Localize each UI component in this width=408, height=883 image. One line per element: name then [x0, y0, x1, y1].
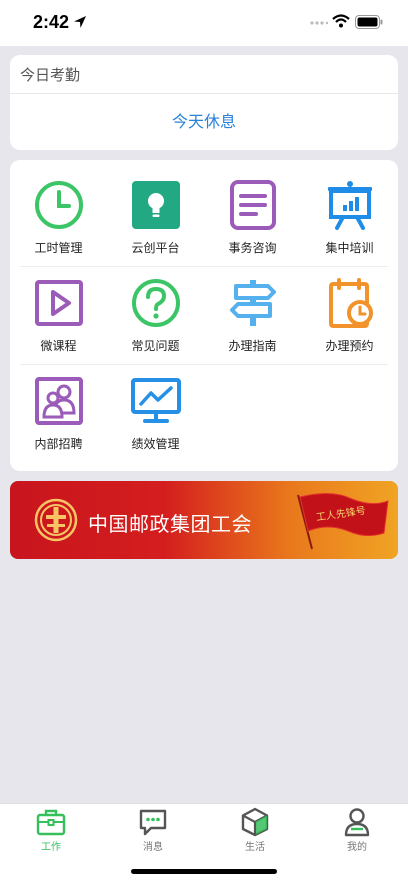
grid-item-faq[interactable]: 常见问题	[107, 258, 204, 356]
union-banner[interactable]: 中国邮政集团工会 工人先锋号	[10, 481, 398, 559]
flag-icon: 工人先锋号	[297, 493, 389, 550]
grid-row: 工时管理 云创平台 事务咨询 集中培训	[10, 160, 398, 258]
function-grid: 工时管理 云创平台 事务咨询 集中培训 微课程 常见问题 办理指南 办理预约 内…	[10, 160, 398, 471]
monitor-chart-icon	[131, 378, 181, 423]
grid-item-affairs-consult[interactable]: 事务咨询	[204, 160, 301, 258]
divider	[10, 93, 398, 94]
grid-item-label: 集中培训	[325, 241, 374, 255]
lightbulb-icon	[132, 181, 180, 229]
signpost-icon	[230, 280, 276, 326]
grid-item-cloud-platform[interactable]: 云创平台	[107, 160, 204, 258]
people-icon	[35, 377, 83, 425]
tab-label: 生活	[245, 842, 265, 853]
grid-item-label: 工时管理	[34, 241, 83, 255]
clock-icon	[35, 181, 83, 229]
tab-messages[interactable]: 消息	[102, 804, 204, 864]
grid-item-guide[interactable]: 办理指南	[204, 258, 301, 356]
status-time: 2:42	[33, 12, 70, 32]
cube-icon	[241, 807, 269, 837]
question-icon	[132, 279, 180, 327]
grid-item-label: 云创平台	[131, 241, 180, 255]
grid-item-label: 绩效管理	[131, 437, 180, 451]
presentation-board-icon	[328, 181, 372, 230]
grid-item-label: 办理指南	[228, 339, 277, 353]
tab-label: 消息	[143, 842, 163, 853]
grid-item-training[interactable]: 集中培训	[301, 160, 398, 258]
tab-label: 工作	[41, 842, 61, 853]
home-indicator[interactable]	[131, 869, 277, 874]
grid-item-label: 办理预约	[325, 339, 374, 353]
person-icon	[344, 808, 370, 837]
union-logo-icon	[34, 498, 78, 542]
document-icon	[230, 180, 276, 230]
grid-row: 微课程 常见问题 办理指南 办理预约	[10, 258, 398, 356]
calendar-clock-icon	[329, 278, 373, 328]
tab-life[interactable]: 生活	[204, 804, 306, 864]
tab-label: 我的	[347, 842, 367, 853]
play-icon	[35, 280, 83, 326]
banner-title: 中国邮政集团工会	[88, 512, 252, 536]
grid-item-appointment[interactable]: 办理预约	[301, 258, 398, 356]
chat-icon	[139, 809, 167, 836]
tab-mine[interactable]: 我的	[306, 804, 408, 864]
grid-item-performance[interactable]: 绩效管理	[107, 356, 204, 454]
attendance-status[interactable]: 今天休息	[10, 108, 398, 132]
tab-work[interactable]: 工作	[0, 804, 102, 864]
attendance-card: 今日考勤 今天休息	[10, 55, 398, 150]
grid-item-micro-course[interactable]: 微课程	[10, 258, 107, 356]
grid-item-recruitment[interactable]: 内部招聘	[10, 356, 107, 454]
battery-icon	[355, 15, 383, 29]
grid-item-label: 内部招聘	[34, 437, 83, 451]
grid-row: 内部招聘 绩效管理	[10, 356, 398, 454]
grid-item-label: 微课程	[40, 339, 77, 353]
attendance-title: 今日考勤	[20, 66, 81, 84]
grid-item-label: 事务咨询	[228, 241, 277, 255]
wifi-icon	[332, 14, 350, 28]
grid-item-work-hours[interactable]: 工时管理	[10, 160, 107, 258]
signal-icon	[310, 21, 328, 25]
briefcase-icon	[36, 809, 66, 836]
location-arrow-icon	[74, 16, 86, 28]
status-bar: 2:42	[0, 0, 408, 46]
grid-item-label: 常见问题	[131, 339, 180, 353]
